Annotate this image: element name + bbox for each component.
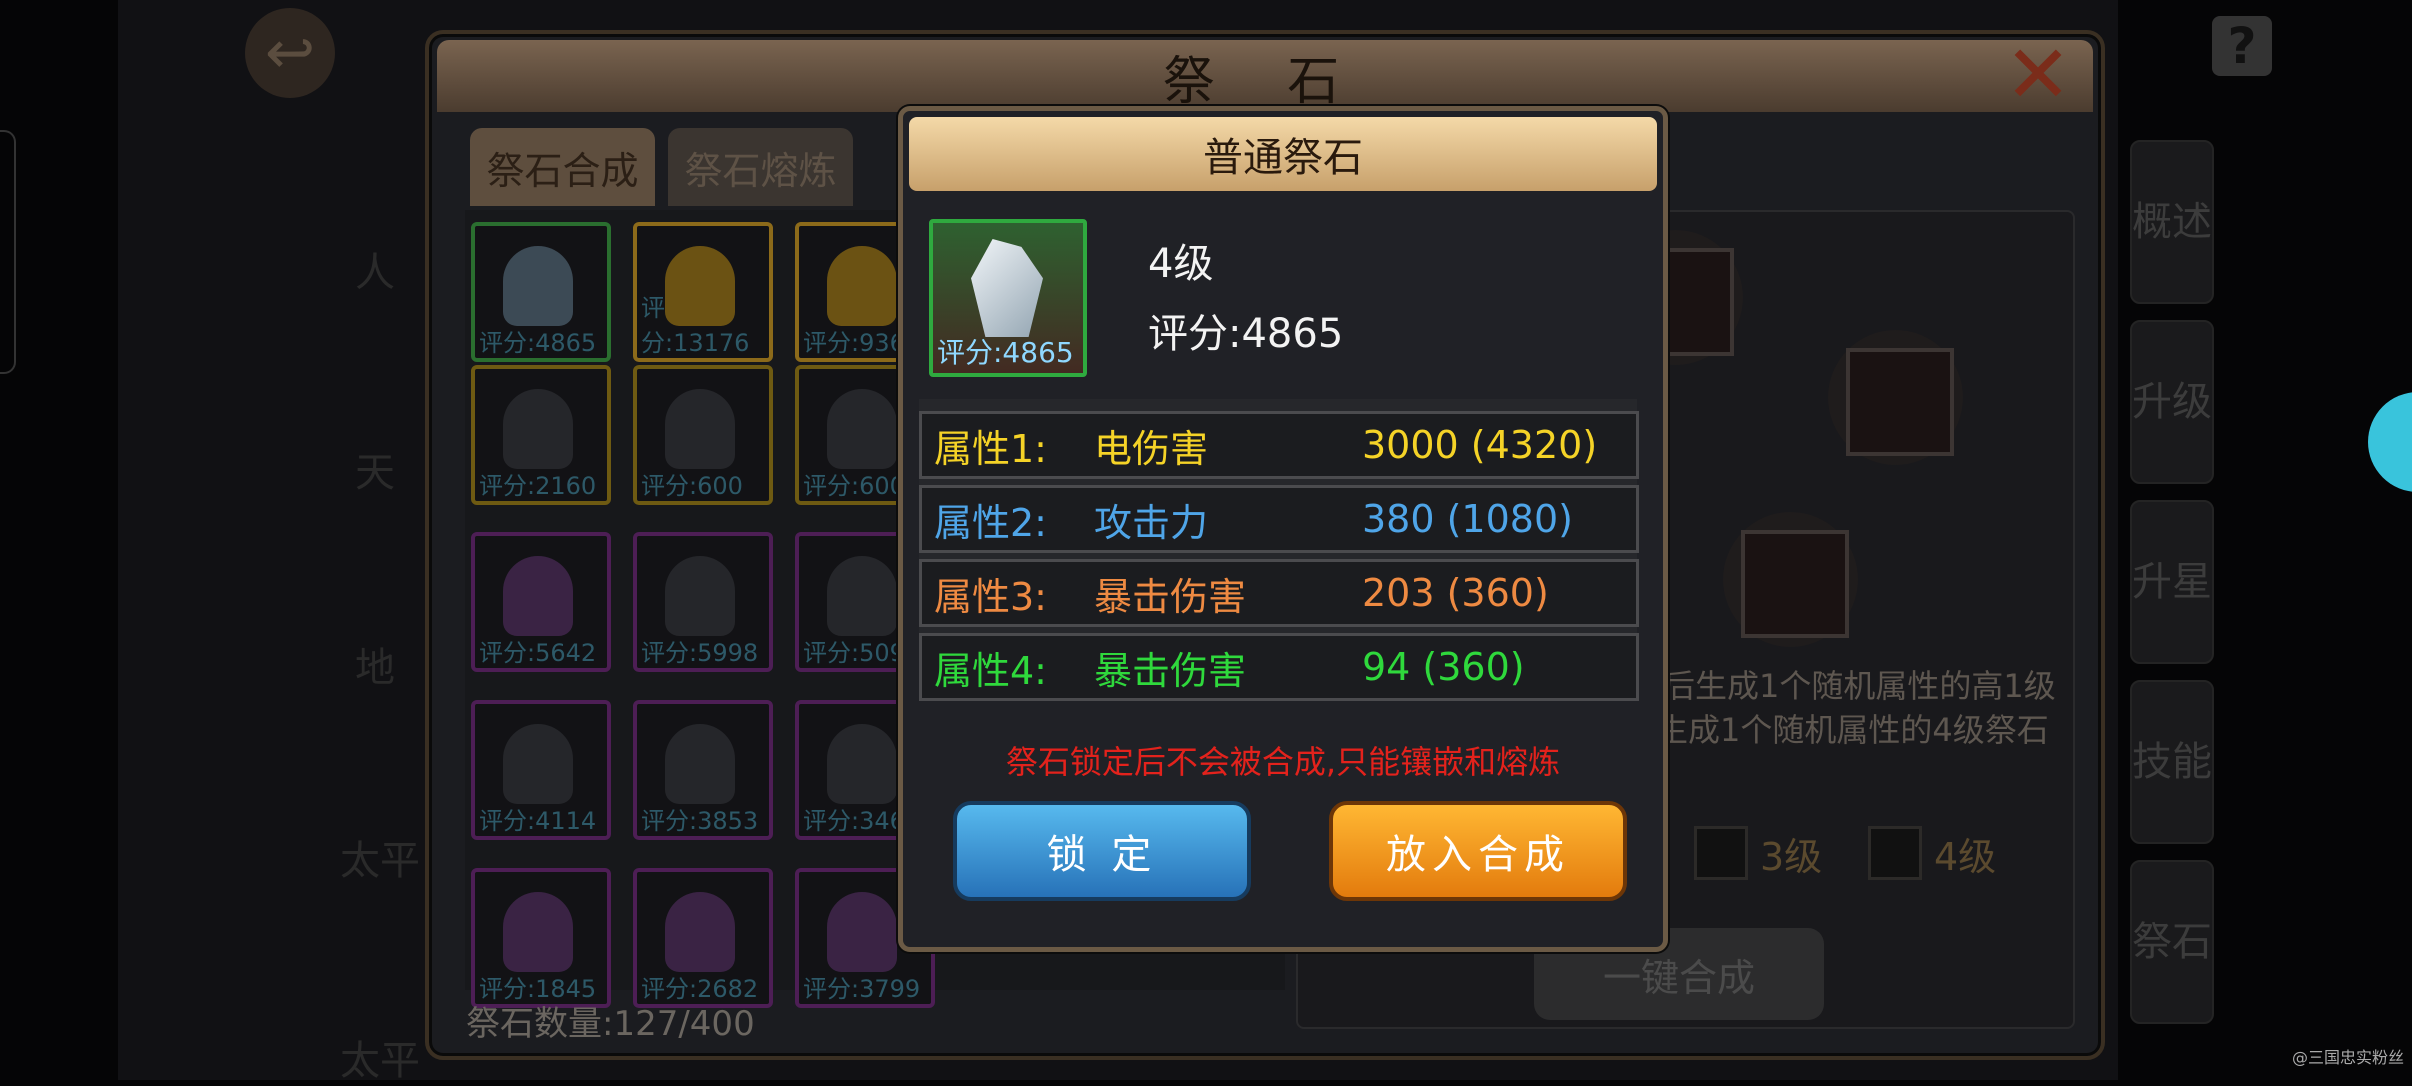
attribute-label: 属性4: — [934, 648, 1047, 693]
stone-score: 评分:4865 — [1148, 311, 1344, 357]
attribute-label: 属性1: — [934, 426, 1047, 471]
level-3-checkbox[interactable] — [1694, 826, 1748, 880]
popup-title: 普通祭石 — [909, 117, 1657, 191]
stone-count: 祭石数量:127/400 — [466, 1004, 755, 1044]
close-icon[interactable]: ✕ — [2003, 35, 2073, 115]
stone-slot[interactable]: 评分:13176 — [633, 222, 773, 362]
stone-slot[interactable]: 评分:5642 — [471, 532, 611, 672]
left-label-2: 天 — [355, 450, 395, 496]
stone-slot[interactable]: 评分:1845 — [471, 868, 611, 1008]
help-icon[interactable]: ? — [2212, 16, 2272, 76]
side-tab-star[interactable]: 升星 — [2130, 500, 2214, 664]
lock-button[interactable]: 锁 定 — [953, 801, 1251, 901]
icon-score: 评分:4865 — [937, 336, 1074, 369]
watermark: @三国忠实粉丝 — [2291, 1048, 2404, 1067]
lock-note: 祭石锁定后不会被合成,只能镶嵌和熔炼 — [1005, 743, 1561, 781]
level-3-label: 3级 — [1760, 835, 1823, 879]
stone-icon: 评分:4865 — [929, 219, 1087, 377]
floating-menu-icon[interactable] — [2368, 392, 2412, 492]
crystal-icon — [971, 239, 1043, 337]
attribute-row: 属性3: 暴击伤害 203 (360) — [919, 559, 1639, 627]
attribute-name: 电伤害 — [1094, 426, 1209, 471]
window-title: 祭 石 — [437, 40, 2093, 112]
attribute-label: 属性2: — [934, 500, 1047, 545]
stone-slot[interactable]: 评分:5998 — [633, 532, 773, 672]
attribute-value: 94 (360) — [1362, 645, 1525, 689]
side-tab-stone[interactable]: 祭石 — [2130, 860, 2214, 1024]
stone-slot[interactable]: 评分:2682 — [633, 868, 773, 1008]
attribute-value: 203 (360) — [1362, 571, 1549, 615]
left-label-4: 太平 — [340, 838, 420, 884]
left-label-1: 人 — [355, 250, 395, 296]
side-tab-upgrade[interactable]: 升级 — [2130, 320, 2214, 484]
stone-level: 4级 — [1148, 241, 1214, 287]
left-label-3: 地 — [355, 645, 395, 691]
attribute-row: 属性4: 暴击伤害 94 (360) — [919, 633, 1639, 701]
back-arrow-icon[interactable]: ↩ — [245, 8, 335, 98]
attribute-value: 380 (1080) — [1362, 497, 1573, 541]
tab-stone-smelt[interactable]: 祭石熔炼 — [668, 128, 853, 206]
stone-slot[interactable]: 评分:600 — [633, 365, 773, 505]
level-4-checkbox[interactable] — [1868, 826, 1922, 880]
left-edge-handle[interactable] — [0, 130, 16, 374]
attribute-value: 3000 (4320) — [1362, 423, 1598, 467]
attribute-name: 暴击伤害 — [1094, 648, 1247, 693]
tab-stone-merge[interactable]: 祭石合成 — [470, 128, 655, 206]
game-scene: ↩ ? 人 天 地 太平 太平 祭 石 ✕ 祭石合成 祭石熔炼 评分:4865 … — [0, 0, 2412, 1084]
merge-hint-line-2: 生成1个随机属性的4级祭石 — [1656, 711, 2049, 749]
left-label-5: 太平 — [340, 1038, 420, 1084]
merge-slot[interactable] — [1723, 512, 1858, 647]
stone-slot[interactable]: 评分:2160 — [471, 365, 611, 505]
stone-slot[interactable]: 评分:4865 — [471, 222, 611, 362]
merge-hint-line-1: 后生成1个随机属性的高1级 — [1663, 667, 2056, 705]
attribute-name: 攻击力 — [1094, 500, 1209, 545]
attribute-name: 暴击伤害 — [1094, 574, 1247, 619]
side-tab-overview[interactable]: 概述 — [2130, 140, 2214, 304]
attribute-label: 属性3: — [934, 574, 1047, 619]
stone-slot[interactable]: 评分:4114 — [471, 700, 611, 840]
stone-slot[interactable]: 评分:3853 — [633, 700, 773, 840]
stone-detail-popup: 普通祭石 评分:4865 4级 评分:4865 属性1: 电伤害 3000 (4… — [898, 106, 1668, 952]
put-into-merge-button[interactable]: 放入合成 — [1329, 801, 1627, 901]
side-tab-skill[interactable]: 技能 — [2130, 680, 2214, 844]
attribute-row: 属性1: 电伤害 3000 (4320) — [919, 411, 1639, 479]
level-4-label: 4级 — [1934, 835, 1997, 879]
attribute-list: 属性1: 电伤害 3000 (4320) 属性2: 攻击力 380 (1080)… — [919, 399, 1639, 701]
attribute-row: 属性2: 攻击力 380 (1080) — [919, 485, 1639, 553]
merge-slot[interactable] — [1828, 330, 1963, 465]
